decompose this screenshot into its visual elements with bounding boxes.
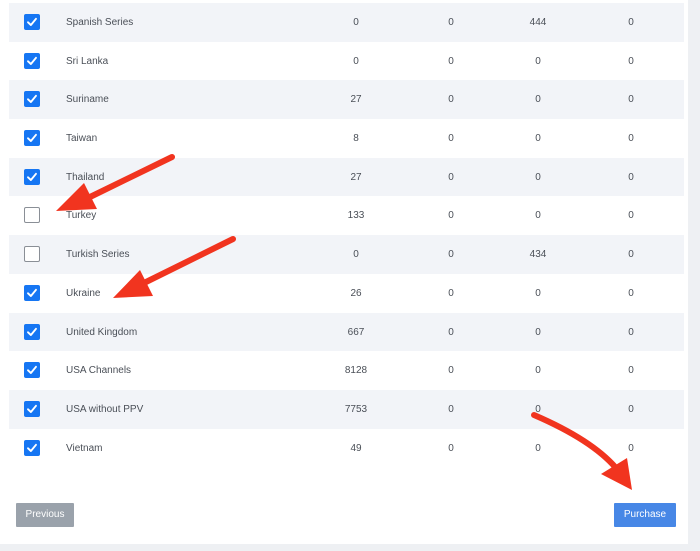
row-count-c1: 0 [353,17,359,28]
row-count-c4: 0 [628,171,634,183]
table-row: Taiwan 8 0 0 0 [9,119,684,158]
row-count-c4: 0 [628,365,634,377]
row-count-c4: 0 [628,133,634,145]
table-row: USA Channels 8128 0 0 0 [9,351,684,390]
row-count-c4: 0 [628,210,634,222]
table-row: Suriname 27 0 0 0 [9,80,684,120]
row-count-c4: 0 [628,17,634,28]
row-count-c3: 0 [535,94,541,106]
row-checkbox[interactable] [24,130,40,147]
table-row: Thailand 27 0 0 0 [9,157,684,197]
row-name: USA without PPV [66,403,144,415]
row-checkbox[interactable] [24,400,40,417]
row-count-c1: 8 [353,133,359,145]
checkmark-icon [27,288,37,297]
table-row: United Kingdom 667 0 0 0 [9,312,684,352]
row-name: Ukraine [66,287,101,299]
row-count-c3: 444 [529,17,547,28]
row-checkbox[interactable] [24,246,40,263]
checkmark-icon [27,17,37,26]
table-row: Ukraine 26 0 0 0 [9,274,684,313]
checkmark-icon [27,404,37,413]
row-count-c1: 0 [353,249,359,261]
row-count-c3: 0 [535,55,541,67]
row-name: Suriname [66,94,109,106]
row-name: Taiwan [66,133,98,145]
purchase-button[interactable]: Purchase [614,503,676,527]
row-count-c3: 0 [535,442,541,454]
row-count-c2: 0 [448,326,454,338]
row-count-c1: 0 [353,55,359,67]
row-count-c3: 0 [535,287,541,299]
row-count-c1: 27 [350,94,362,106]
row-checkbox[interactable] [24,91,40,108]
checkmark-icon [27,95,37,104]
row-count-c4: 0 [628,249,634,261]
row-count-c2: 0 [448,442,454,454]
row-count-c3: 0 [535,365,541,377]
row-name: Sri Lanka [66,55,109,67]
row-count-c3: 0 [535,171,541,183]
row-name: United Kingdom [66,326,138,338]
table-row: Turkish Series 0 0 434 0 [9,235,684,274]
table-row: USA without PPV 7753 0 0 0 [9,389,684,429]
row-count-c1: 8128 [344,365,368,377]
row-count-c2: 0 [448,55,454,67]
row-count-c4: 0 [628,94,634,106]
row-name: Spanish Series [66,17,134,28]
checkmark-icon [27,133,37,143]
row-count-c1: 49 [350,442,362,454]
row-count-c1: 667 [347,326,365,338]
checkmark-icon [27,172,37,181]
row-checkbox[interactable] [24,14,40,30]
row-checkbox[interactable] [24,168,40,185]
previous-button[interactable]: Previous [16,503,74,527]
table-row: Sri Lanka 0 0 0 0 [9,42,684,81]
row-count-c2: 0 [448,287,454,299]
row-checkbox[interactable] [24,439,40,456]
row-checkbox[interactable] [24,207,40,224]
row-count-c3: 0 [535,326,541,338]
row-count-c2: 0 [448,249,454,261]
row-count-c2: 0 [448,94,454,106]
table-row: Turkey 133 0 0 0 [9,196,684,235]
row-count-c4: 0 [628,403,634,415]
row-count-c2: 0 [448,365,454,377]
row-count-c2: 0 [448,403,454,415]
checkmark-icon [27,366,37,375]
table-row: Spanish Series 0 0 444 0 [9,3,684,42]
row-count-c3: 0 [535,403,541,415]
row-count-c3: 0 [535,133,541,145]
row-count-c2: 0 [448,210,454,222]
row-count-c3: 434 [529,249,547,261]
row-name: Thailand [66,171,105,183]
row-count-c1: 133 [347,210,365,222]
channel-package-panel: Spanish Series 0 0 444 0 Sri Lanka 0 0 0 0 Surinam… [0,0,688,544]
row-name: Turkish Series [66,249,130,261]
row-checkbox[interactable] [24,284,40,301]
row-count-c2: 0 [448,171,454,183]
row-name: USA Channels [66,365,132,377]
row-checkbox[interactable] [24,52,40,69]
row-count-c3: 0 [535,210,541,222]
checkmark-icon [27,327,37,336]
row-count-c2: 0 [448,133,454,145]
row-count-c1: 26 [350,287,362,299]
row-count-c4: 0 [628,442,634,454]
row-count-c2: 0 [448,17,454,28]
row-count-c4: 0 [628,326,634,338]
row-count-c1: 27 [350,171,362,183]
row-count-c4: 0 [628,287,634,299]
table-row: Vietnam 49 0 0 0 [9,429,684,468]
channel-table: Spanish Series 0 0 444 0 Sri Lanka 0 0 0 0 Surinam… [9,3,684,467]
row-checkbox[interactable] [24,323,40,340]
row-count-c1: 7753 [344,403,368,415]
checkmark-icon [27,56,37,65]
row-name: Turkey [66,210,97,222]
row-checkbox[interactable] [24,362,40,379]
row-count-c4: 0 [628,55,634,67]
checkmark-icon [27,443,37,452]
row-name: Vietnam [66,442,103,454]
